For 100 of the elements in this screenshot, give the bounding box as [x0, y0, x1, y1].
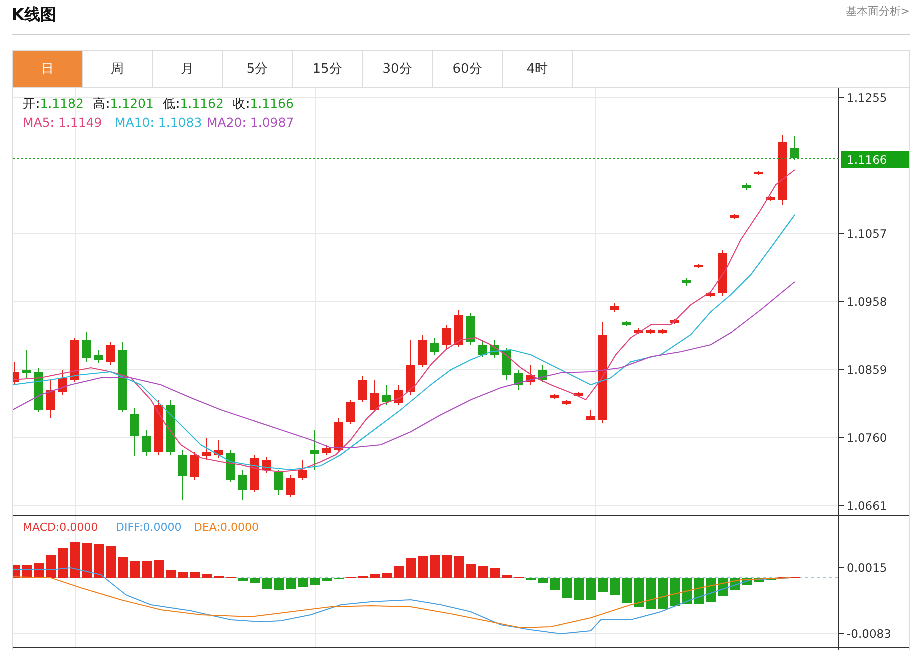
candlestick [226, 450, 236, 482]
macd-bar [454, 556, 464, 578]
macd-bar [586, 578, 596, 600]
macd-bar [370, 574, 380, 578]
candlestick [142, 430, 152, 456]
macd-legend: DIFF:0.0000 [116, 521, 182, 534]
candlestick [658, 328, 668, 334]
candlestick [478, 340, 488, 358]
candlestick [538, 364, 548, 382]
candlestick [430, 338, 440, 356]
candlestick [274, 470, 284, 496]
macd-bar [310, 578, 320, 585]
macd-bar [70, 542, 80, 578]
macd-bar [502, 575, 512, 578]
macd-tick-label: 0.0015 [847, 561, 888, 575]
macd-bar [478, 566, 488, 578]
quote-label: 开: [23, 96, 40, 111]
candlestick [12, 362, 20, 386]
candlestick [418, 334, 428, 368]
candlestick [574, 392, 584, 398]
candlestick [154, 400, 164, 456]
quote-label: 高: [93, 96, 110, 111]
candlestick [298, 460, 308, 480]
macd-bar [106, 546, 116, 578]
macd-bar [118, 557, 128, 578]
macd-bar [754, 578, 764, 582]
macd-bar [274, 578, 284, 590]
candlestick [202, 438, 212, 460]
quote-value: 1.1166 [250, 96, 294, 111]
price-tick-label: 1.1255 [847, 91, 888, 105]
candlestick [94, 350, 104, 364]
macd-bar [694, 578, 704, 604]
macd-bar [262, 578, 272, 589]
candlestick [586, 410, 596, 420]
candlestick [310, 430, 320, 470]
moving-average-legend: MA10: 1.1083 [115, 115, 202, 130]
macd-legend: MACD:0.0000 [23, 521, 98, 534]
candlestick [610, 302, 620, 312]
macd-bar [490, 568, 500, 578]
fundamental-analysis-link[interactable]: 基本面分析> [846, 4, 910, 18]
macd-bar [82, 543, 92, 578]
candlestick [490, 340, 500, 358]
macd-bar [598, 578, 608, 592]
macd-bar [178, 572, 188, 578]
macd-bar [298, 578, 308, 587]
moving-average-legend: MA20: 1.0987 [207, 115, 294, 130]
macd-bar [574, 578, 584, 600]
price-tick-label: 1.0661 [847, 499, 888, 513]
macd-bar [394, 566, 404, 578]
macd-bar [46, 555, 56, 578]
quote-label: 低: [163, 96, 180, 111]
quote-value: 1.1201 [110, 96, 154, 111]
candlestick [370, 380, 380, 412]
moving-average-legend: MA5: 1.1149 [23, 115, 102, 130]
candlestick [730, 214, 740, 220]
macd-bar [286, 578, 296, 589]
candlestick [790, 136, 800, 160]
macd-bar [682, 578, 692, 604]
candlestick [766, 196, 776, 202]
macd-bar [430, 555, 440, 578]
macd-bar [322, 578, 332, 581]
macd-bar [670, 578, 680, 606]
macd-bar [94, 544, 104, 578]
candlestick [646, 328, 656, 334]
macd-bar [442, 555, 452, 578]
candlestick [454, 310, 464, 348]
macd-bar [466, 564, 476, 578]
quote-value: 1.1162 [180, 96, 224, 111]
candlestick [34, 368, 44, 412]
candlestick [406, 340, 416, 396]
last-price-badge: 1.1166 [841, 151, 910, 168]
macd-bar [634, 578, 644, 607]
candlestick [670, 318, 680, 324]
candlestick [322, 444, 332, 456]
candlestick [706, 292, 716, 298]
candlestick [394, 384, 404, 406]
candlestick [58, 370, 68, 396]
candlestick [634, 328, 644, 334]
candlestick [502, 348, 512, 380]
candlestick [214, 440, 224, 458]
macd-bar [130, 561, 140, 578]
price-tick-label: 1.0958 [847, 295, 888, 309]
macd-bar [646, 578, 656, 609]
candlestick [550, 394, 560, 400]
macd-bar [190, 572, 200, 578]
macd-bar [658, 578, 668, 609]
candlestick [742, 182, 752, 190]
macd-bar [250, 578, 260, 583]
macd-bar [622, 578, 632, 603]
candlestick [166, 400, 176, 456]
candlestick [334, 418, 344, 452]
candlestick [106, 342, 116, 366]
macd-bar [58, 548, 68, 578]
price-tick-label: 1.0859 [847, 363, 888, 377]
macd-bar [202, 574, 212, 578]
candlestick [286, 474, 296, 498]
candlestick [562, 400, 572, 406]
candlestick [358, 376, 368, 402]
quote-value: 1.1182 [40, 96, 84, 111]
candlestick [346, 400, 356, 424]
